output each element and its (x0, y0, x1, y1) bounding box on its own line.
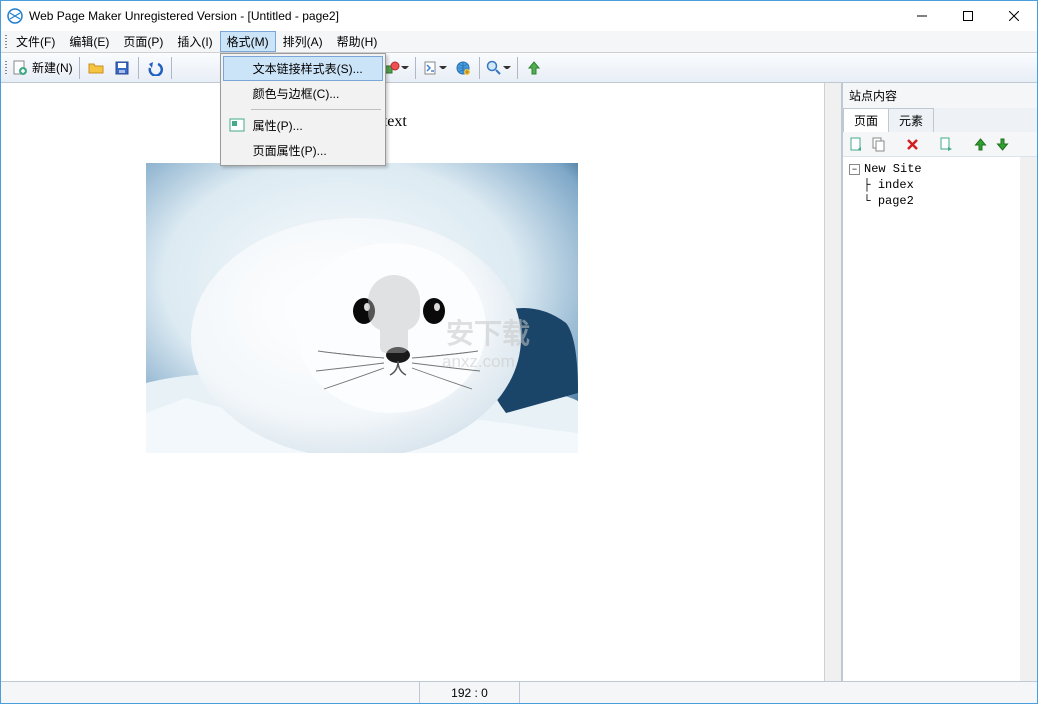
toolbar-separator (138, 57, 139, 79)
tab-element[interactable]: 元素 (888, 108, 934, 132)
copy-page-button[interactable] (869, 135, 887, 153)
move-up-button[interactable] (971, 135, 989, 153)
menu-properties[interactable]: 属性(P)... (223, 113, 383, 138)
upload-button[interactable] (521, 55, 547, 81)
page-arrow-icon (939, 137, 954, 152)
preview-button[interactable] (483, 55, 514, 81)
open-button[interactable] (83, 55, 109, 81)
save-button[interactable] (109, 55, 135, 81)
undo-button[interactable] (142, 55, 168, 81)
watermark-text: 安下载 (446, 318, 530, 349)
tree-item-page2[interactable]: └ page2 (849, 193, 1014, 209)
maximize-button[interactable] (945, 1, 991, 31)
sidepanel-toolbar (843, 132, 1037, 157)
image-object[interactable]: 安下载 anxz.com (146, 163, 578, 453)
delete-icon (905, 137, 920, 152)
toolbar: 新建(N) (1, 53, 1037, 83)
app-window: Web Page Maker Unregistered Version - [U… (0, 0, 1038, 704)
upload-arrow-icon (526, 60, 542, 76)
workspace: ‹ to edit text (1, 83, 1037, 681)
menu-arrange[interactable]: 排列(A) (276, 31, 330, 52)
script-button[interactable] (419, 55, 450, 81)
toolbar-separator (171, 57, 172, 79)
tree-collapse-icon[interactable]: − (849, 164, 860, 175)
sidepanel-title: 站点内容 (843, 83, 1037, 108)
globe-publish-icon (455, 60, 471, 76)
canvas-area[interactable]: ‹ to edit text (1, 83, 842, 681)
menu-insert[interactable]: 插入(I) (170, 31, 219, 52)
statusbar: 192 : 0 (1, 681, 1037, 703)
menu-edit[interactable]: 编辑(E) (62, 31, 116, 52)
undo-icon (146, 60, 164, 76)
window-title: Web Page Maker Unregistered Version - [U… (29, 9, 899, 23)
arrow-down-icon (995, 137, 1010, 152)
new-page-icon (849, 137, 864, 152)
close-button[interactable] (991, 1, 1037, 31)
sidepanel-tabs: 页面 元素 (843, 108, 1037, 132)
tab-page[interactable]: 页面 (843, 108, 889, 132)
titlebar: Web Page Maker Unregistered Version - [U… (1, 1, 1037, 31)
chevron-down-icon[interactable] (401, 63, 409, 72)
menu-help[interactable]: 帮助(H) (330, 31, 385, 52)
minimize-button[interactable] (899, 1, 945, 31)
window-controls (899, 1, 1037, 31)
menu-page-properties[interactable]: 页面属性(P)... (223, 138, 383, 163)
chevron-down-icon[interactable] (439, 63, 447, 72)
status-cell-empty (1, 682, 419, 703)
arrow-up-icon (973, 137, 988, 152)
new-page-icon (12, 60, 28, 76)
menu-color-border[interactable]: 颜色与边框(C)... (223, 81, 383, 106)
format-dropdown: 文本链接样式表(S)... 颜色与边框(C)... 属性(P)... 页面属性(… (220, 53, 386, 166)
move-down-button[interactable] (993, 135, 1011, 153)
properties-icon (229, 117, 245, 133)
toolbar-separator (79, 57, 80, 79)
menu-text-link-style[interactable]: 文本链接样式表(S)... (223, 56, 383, 81)
new-button-label: 新建(N) (32, 59, 73, 76)
toolbar-separator (517, 57, 518, 79)
toolbar-separator (415, 57, 416, 79)
menubar: 文件(F) 编辑(E) 页面(P) 插入(I) 格式(M) 文本链接样式表(S)… (1, 31, 1037, 53)
sidepanel: 站点内容 页面 元素 −New Site ├ index (842, 83, 1037, 681)
toolbar-separator (479, 57, 480, 79)
watermark-url: anxz.com (442, 352, 515, 371)
menu-file[interactable]: 文件(F) (9, 31, 62, 52)
sidepanel-scrollbar[interactable] (1020, 157, 1037, 681)
dropdown-separator (251, 109, 381, 110)
folder-open-icon (88, 60, 104, 76)
status-coords: 192 : 0 (419, 682, 519, 703)
status-cell-rest (519, 682, 1037, 703)
canvas-scrollbar[interactable] (824, 83, 841, 681)
page-settings-button[interactable] (937, 135, 955, 153)
menu-format[interactable]: 格式(M) 文本链接样式表(S)... 颜色与边框(C)... 属性(P)...… (220, 31, 276, 52)
app-icon (7, 8, 23, 24)
copy-page-icon (871, 137, 886, 152)
menu-page[interactable]: 页面(P) (116, 31, 170, 52)
tree-root[interactable]: −New Site (849, 161, 1014, 177)
magnifier-icon (486, 60, 502, 76)
shapes-icon (384, 60, 400, 76)
save-icon (114, 60, 130, 76)
delete-page-button[interactable] (903, 135, 921, 153)
new-page-button[interactable] (847, 135, 865, 153)
publish-button[interactable] (450, 55, 476, 81)
script-icon (422, 60, 438, 76)
site-tree[interactable]: −New Site ├ index └ page2 (843, 157, 1020, 681)
tree-item-index[interactable]: ├ index (849, 177, 1014, 193)
chevron-down-icon[interactable] (503, 63, 511, 72)
sidepanel-body: −New Site ├ index └ page2 (843, 157, 1037, 681)
new-button[interactable]: 新建(N) (9, 55, 76, 81)
